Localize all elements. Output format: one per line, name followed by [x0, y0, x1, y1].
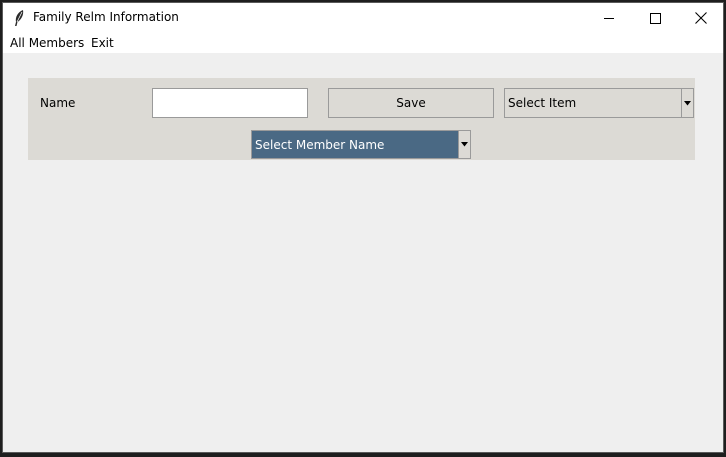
dropdown-arrow-icon[interactable]	[458, 131, 470, 158]
menu-all-members[interactable]: All Members	[10, 36, 84, 50]
close-button[interactable]	[678, 3, 723, 33]
member-select-value: Select Member Name	[255, 138, 385, 152]
menu-exit[interactable]: Exit	[91, 36, 114, 50]
name-input[interactable]	[152, 88, 308, 118]
form-panel: Name Save Select Item Select Member Name	[28, 78, 695, 160]
save-button[interactable]: Save	[328, 88, 494, 118]
name-label: Name	[40, 96, 76, 110]
feather-icon	[12, 9, 26, 27]
window-title: Family Relm Information	[33, 10, 179, 24]
minimize-button[interactable]	[586, 3, 632, 33]
menu-bar: All Members Exit	[3, 33, 723, 53]
dropdown-arrow-icon[interactable]	[681, 89, 693, 117]
minimize-icon	[603, 9, 615, 28]
maximize-icon	[649, 9, 661, 28]
maximize-button[interactable]	[632, 3, 678, 33]
title-bar[interactable]: Family Relm Information	[3, 3, 723, 33]
member-select[interactable]: Select Member Name	[251, 130, 471, 159]
app-window: Family Relm Information All Members Exit…	[2, 2, 724, 453]
item-select-value: Select Item	[508, 96, 577, 110]
item-select[interactable]: Select Item	[504, 88, 694, 118]
close-icon	[695, 9, 707, 28]
